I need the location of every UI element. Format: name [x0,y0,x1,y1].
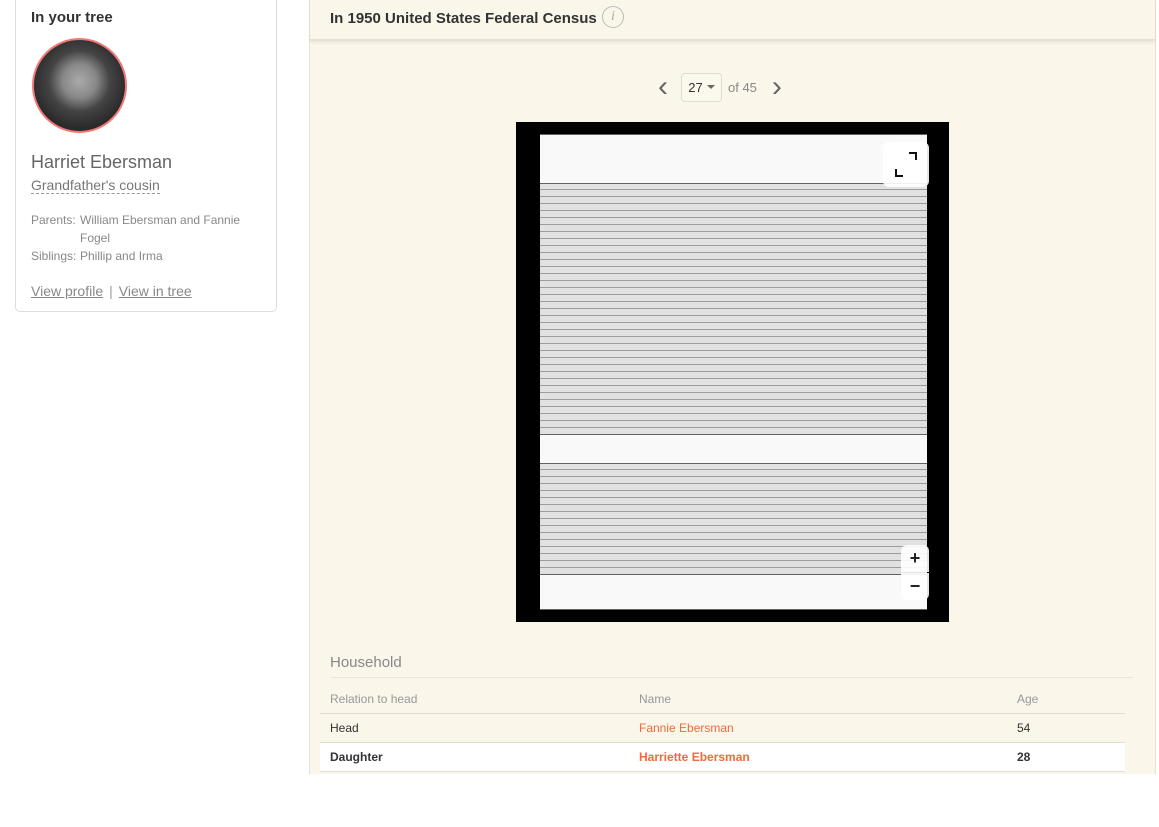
name-link[interactable]: Harriette Ebersman [629,742,1007,772]
fact-value: William Ebersman and Fannie Fogel [80,213,241,245]
relationship-link[interactable]: Grandfather's cousin [31,177,160,194]
zoom-in-button[interactable]: + [901,545,929,572]
caret-down-icon [706,85,715,89]
person-facts: Parents: William Ebersman and Fannie Foge… [31,211,250,265]
relation-cell: Daughter [320,742,629,772]
household-table: Relation to head Name Age Head Fannie Eb… [320,685,1125,772]
name-link[interactable]: Fannie Ebersman [629,713,1007,743]
image-pager: ‹ 27 of 45 › [653,72,787,102]
card-title: In your tree [31,9,113,26]
zoom-out-button[interactable]: − [901,573,929,600]
view-in-tree-link[interactable]: View in tree [119,283,192,299]
record-title: In 1950 United States Federal Census [330,10,597,27]
in-your-tree-card: In your tree Harriet Ebersman Grandfathe… [15,0,277,312]
expand-icon [895,152,917,177]
fact-label: Siblings: [31,249,77,263]
census-page-scan [540,134,927,610]
record-panel: In 1950 United States Federal Census i ‹… [309,0,1156,774]
household-title: Household [330,654,1134,678]
view-profile-link[interactable]: View profile [31,283,103,299]
fact-label: Parents: [31,213,76,227]
chevron-right-icon[interactable]: › [767,72,787,102]
chevron-left-icon[interactable]: ‹ [653,72,673,102]
page-number: 27 [688,79,703,95]
record-header: In 1950 United States Federal Census i [310,0,1155,41]
separator: | [109,283,113,299]
table-row-highlighted: Daughter Harriette Ebersman 28 [320,742,1125,772]
person-name: Harriet Ebersman [31,152,173,172]
column-header: Relation to head [320,685,629,714]
avatar[interactable] [32,38,127,133]
fact-value: Phillip and Irma [80,249,163,263]
age-cell: 54 [1007,713,1125,743]
column-header: Age [1007,685,1125,714]
fullscreen-button[interactable] [883,142,929,187]
relation-cell: Head [320,713,629,743]
age-cell: 28 [1007,742,1125,772]
column-header: Name [629,685,1007,714]
census-image[interactable]: + − [516,122,949,622]
page-select[interactable]: 27 [681,72,722,102]
page-count: of 45 [728,79,757,95]
table-row: Head Fannie Ebersman 54 [320,713,1125,743]
info-icon[interactable]: i [602,6,624,28]
